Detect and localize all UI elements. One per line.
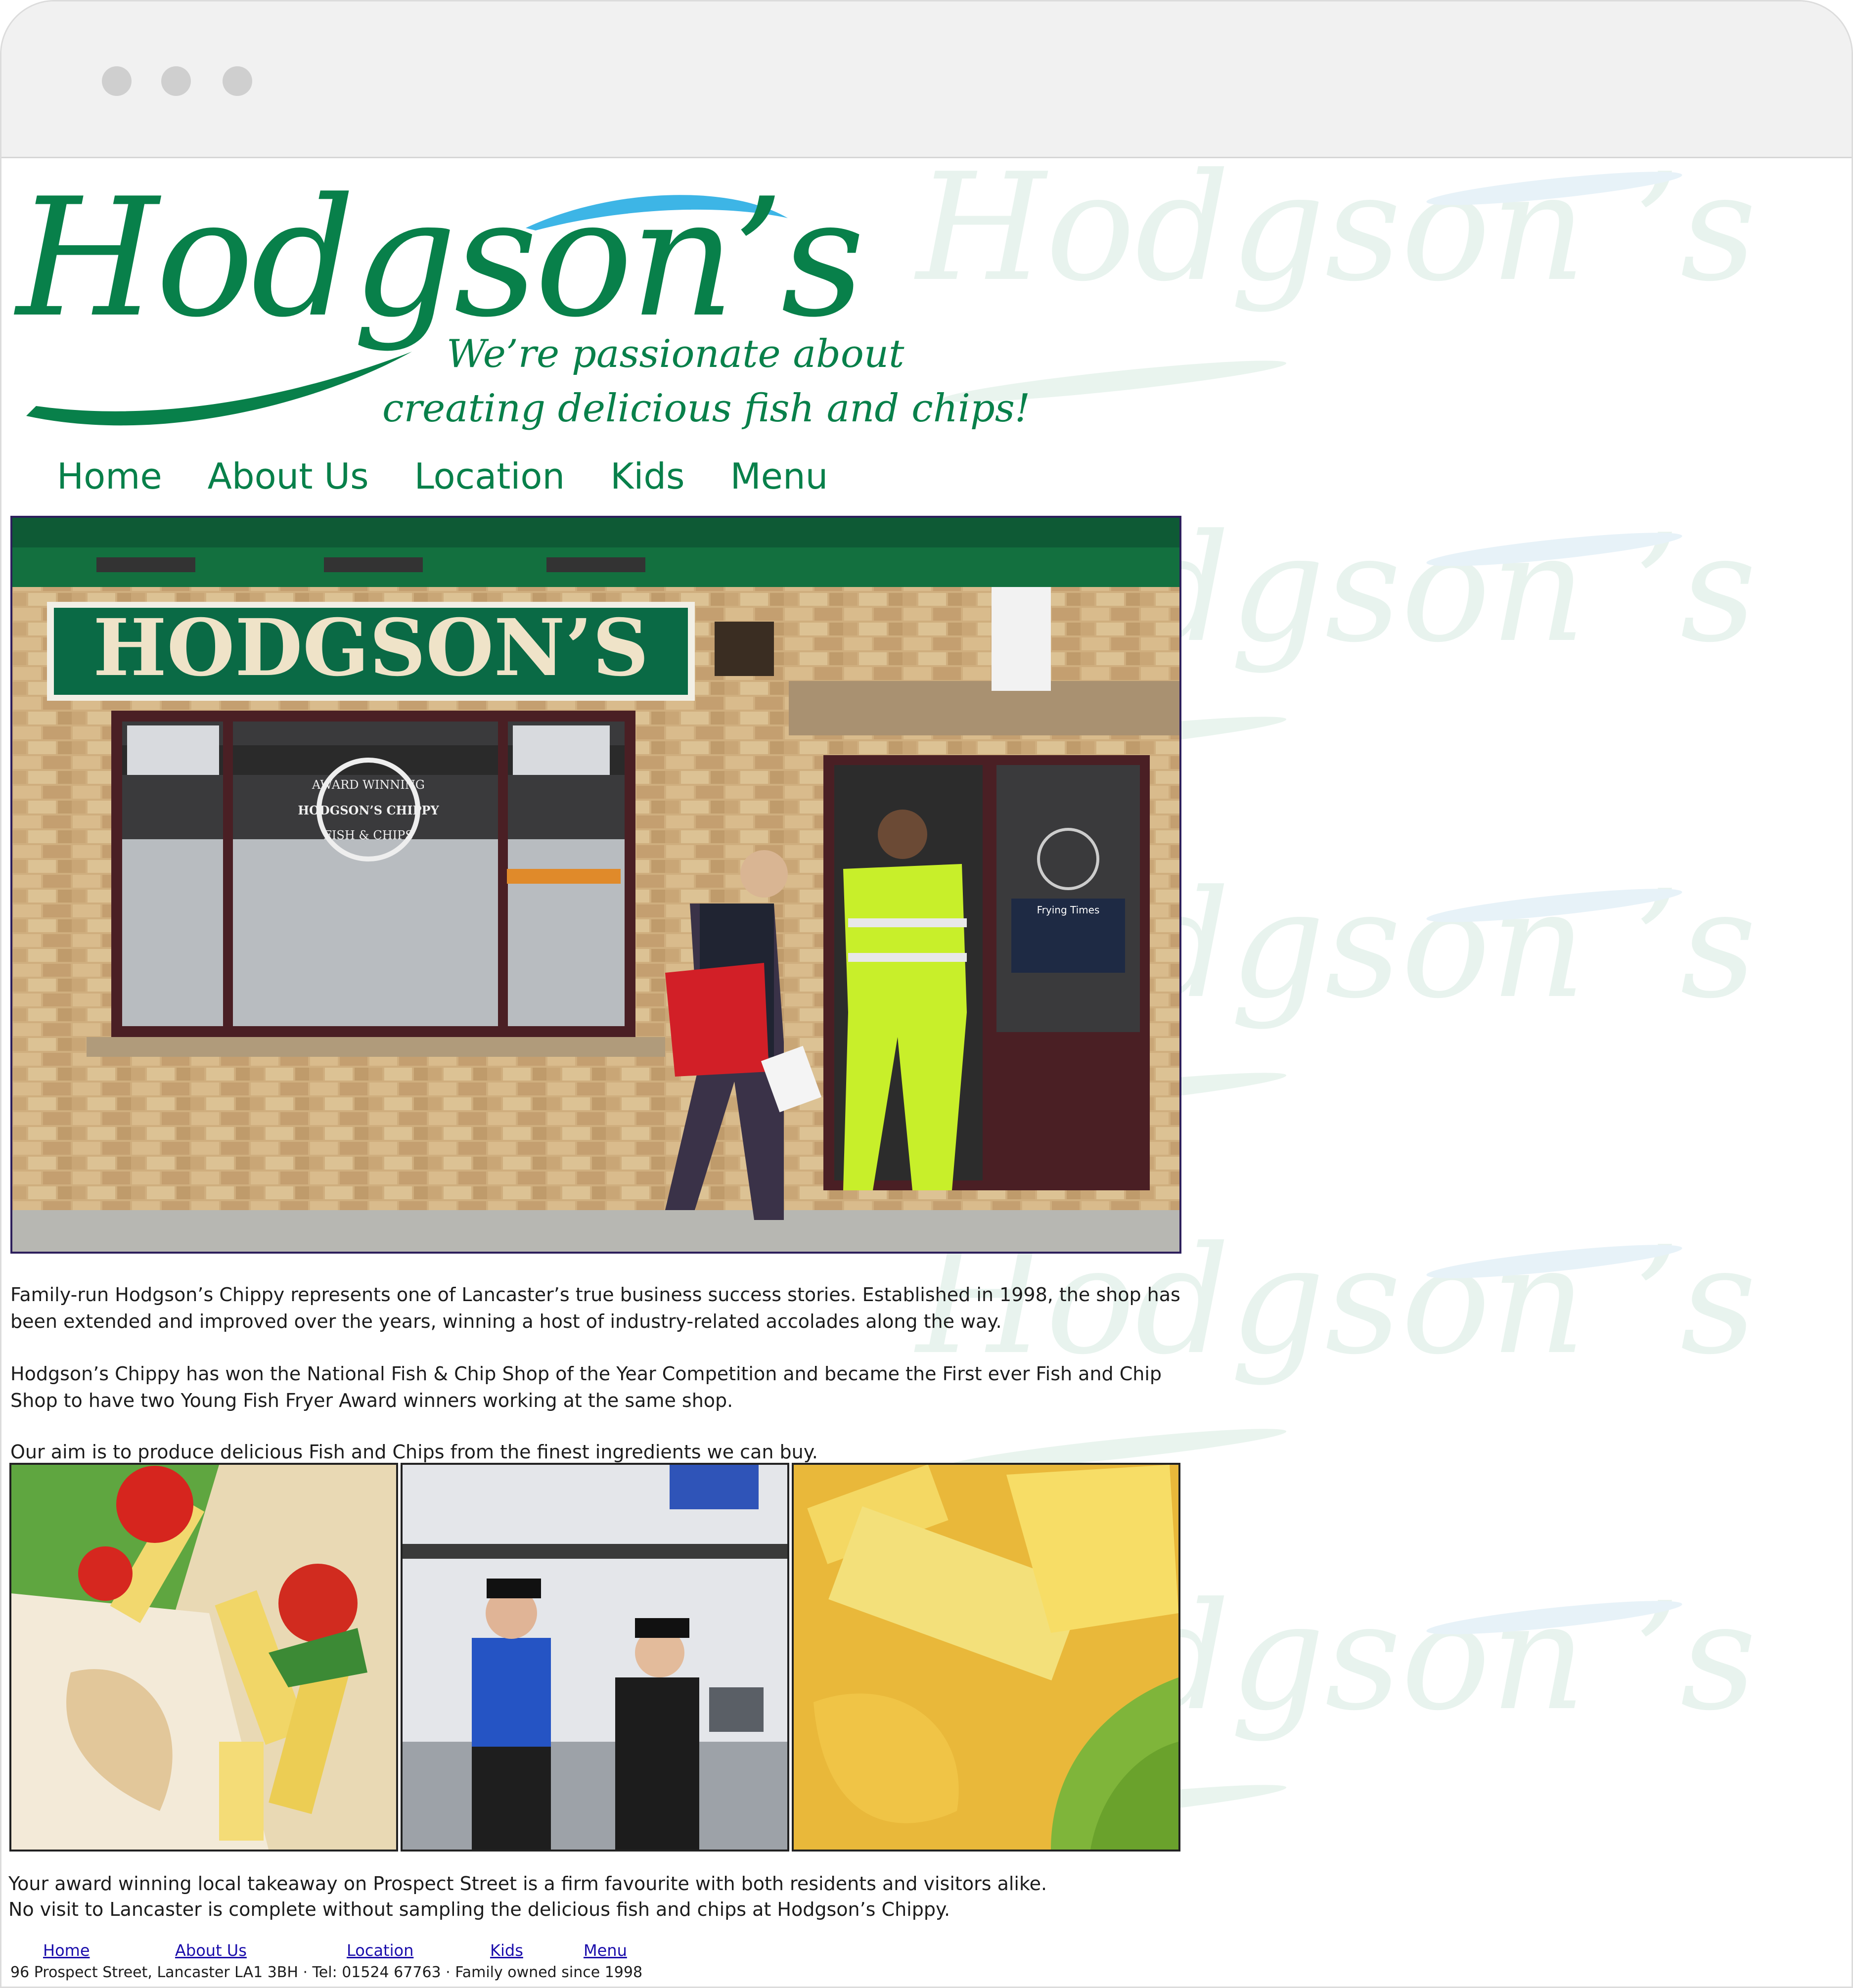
nav-about-us[interactable]: About Us [208, 455, 369, 497]
logo-tagline-line1: We’re passionate about [447, 332, 904, 376]
page-content: Hodgson ’s Hodgson ’s Hodgson ’s Hodgson… [1, 159, 1852, 1987]
nav-menu[interactable]: Menu [730, 455, 828, 497]
frying-times-notice: Frying Times [1037, 904, 1100, 916]
logo-tagline-line2: creating delicious fish and chips! [382, 386, 1031, 431]
window-close-button[interactable] [102, 66, 132, 96]
shop-sign-text: HODGSON’S [93, 602, 649, 694]
logo-wordmark: Hodgson’s [16, 163, 865, 353]
site-logo[interactable]: Hodgson’s We’re passionate about creatin… [16, 169, 1030, 446]
closing-paragraph: Your award winning local takeaway on Pro… [8, 1871, 1047, 1922]
chips-closeup-illustration [794, 1465, 1178, 1850]
awards-line1: Hodgson’s Chippy has won the National Fi… [10, 1363, 1162, 1385]
intro-line1: Family-run Hodgson’s Chippy represents o… [10, 1284, 1180, 1306]
chips-closeup-photo [792, 1463, 1180, 1852]
footer-link-kids[interactable]: Kids [490, 1941, 523, 1960]
footer-link-about-us[interactable]: About Us [175, 1941, 247, 1960]
aim-paragraph: Our aim is to produce delicious Fish and… [10, 1441, 818, 1463]
closing-line1: Your award winning local takeaway on Pro… [8, 1873, 1047, 1895]
footer-link-menu[interactable]: Menu [584, 1941, 627, 1960]
kitchen-staff-illustration [403, 1465, 787, 1850]
badge-bottom-text: FISH & CHIPS [323, 828, 413, 842]
main-navigation: Home About Us Location Kids Menu [57, 455, 828, 497]
window-titlebar [1, 1, 1852, 158]
shopfront-illustration: HODGSON’S AWARD WINNING HODGSON’S CHIPPY [12, 518, 1179, 1252]
kitchen-staff-photo [401, 1463, 789, 1852]
shopfront-photo: HODGSON’S AWARD WINNING HODGSON’S CHIPPY [10, 516, 1181, 1254]
fish-and-salad-photo [9, 1463, 398, 1852]
closing-line2: No visit to Lancaster is complete withou… [8, 1898, 950, 1920]
nav-kids[interactable]: Kids [610, 455, 684, 497]
window-maximize-button[interactable] [223, 66, 252, 96]
badge-middle-text: HODGSON’S CHIPPY [298, 803, 439, 817]
nav-home[interactable]: Home [57, 455, 162, 497]
browser-window: Hodgson ’s Hodgson ’s Hodgson ’s Hodgson… [0, 0, 1853, 1988]
awards-paragraph: Hodgson’s Chippy has won the National Fi… [10, 1360, 1162, 1414]
fish-and-salad-illustration [11, 1465, 396, 1850]
badge-top-text: AWARD WINNING [312, 778, 425, 792]
footer-link-location[interactable]: Location [347, 1941, 413, 1960]
intro-line2: been extended and improved over the year… [10, 1310, 1002, 1332]
intro-paragraph: Family-run Hodgson’s Chippy represents o… [10, 1281, 1180, 1335]
window-minimize-button[interactable] [161, 66, 191, 96]
footer-address: 96 Prospect Street, Lancaster LA1 3BH · … [10, 1964, 643, 1981]
nav-location[interactable]: Location [414, 455, 565, 497]
footer-link-home[interactable]: Home [43, 1941, 90, 1960]
awards-line2: Shop to have two Young Fish Fryer Award … [10, 1390, 733, 1411]
